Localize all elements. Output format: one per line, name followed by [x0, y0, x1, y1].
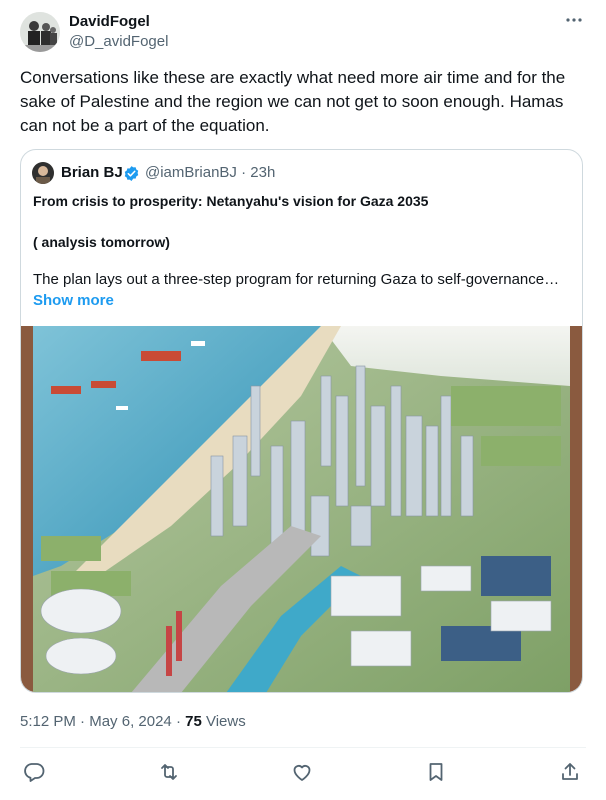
quoted-tweet[interactable]: Brian BJ @iamBrianBJ · 23h From crisis t… — [20, 149, 583, 693]
show-more-link[interactable]: Show more — [33, 291, 114, 311]
quote-author-handle[interactable]: @iamBrianBJ · 23h — [145, 163, 275, 183]
more-icon[interactable] — [564, 10, 584, 35]
quote-time[interactable]: 23h — [250, 164, 275, 181]
quote-author-name[interactable]: Brian BJ — [61, 163, 123, 183]
meta-separator: · — [80, 713, 86, 730]
quote-separator: · — [241, 164, 247, 181]
author-name[interactable]: DavidFogel — [69, 12, 150, 32]
author-avatar[interactable] — [20, 12, 60, 52]
quote-image[interactable] — [21, 326, 582, 693]
tweet-meta: 5:12 PM · May 6, 2024 · 75 Views — [20, 712, 246, 732]
verified-badge-icon — [124, 166, 139, 181]
divider — [20, 747, 586, 748]
views-count[interactable]: 75 — [185, 713, 202, 730]
quote-text: The plan lays out a three-step program f… — [33, 271, 560, 288]
retweet-icon[interactable] — [157, 760, 181, 784]
tweet-text: Conversations like these are exactly wha… — [20, 68, 566, 135]
quote-subtitle: ( analysis tomorrow) — [33, 234, 170, 250]
tweet-time[interactable]: 5:12 PM — [20, 713, 76, 730]
heart-icon[interactable] — [290, 760, 314, 784]
share-icon[interactable] — [558, 760, 582, 784]
tweet-date[interactable]: May 6, 2024 — [89, 713, 172, 730]
tweet: DavidFogel @D_avidFogel Conversations li… — [0, 0, 606, 800]
meta-separator-2: · — [175, 713, 181, 730]
action-bar — [20, 757, 586, 787]
bookmark-icon[interactable] — [424, 760, 448, 784]
quote-title: From crisis to prosperity: Netanyahu's v… — [33, 193, 429, 209]
reply-icon[interactable] — [22, 760, 46, 784]
author-handle[interactable]: @D_avidFogel — [69, 32, 168, 52]
quote-author-avatar[interactable] — [32, 162, 54, 184]
quote-handle-text: @iamBrianBJ — [145, 164, 237, 181]
views-label: Views — [205, 713, 246, 730]
